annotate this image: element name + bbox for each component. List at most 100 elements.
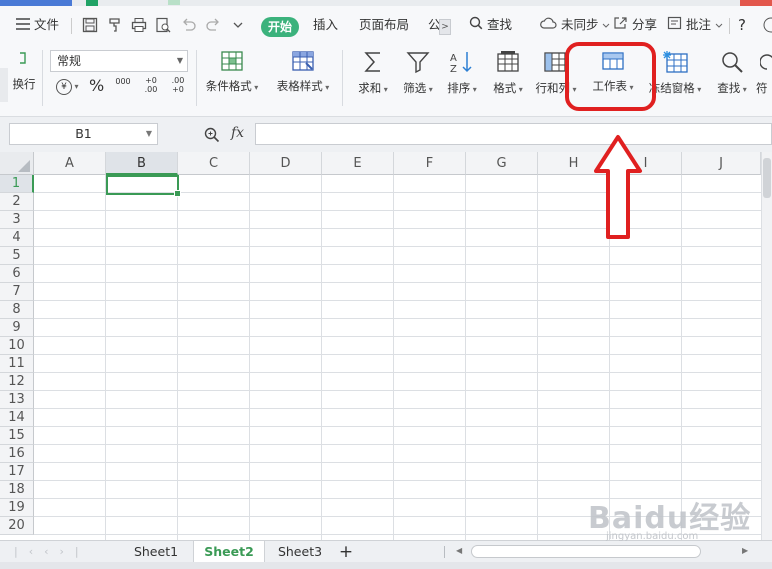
save-icon[interactable] — [82, 17, 98, 36]
tab-start[interactable]: 开始 — [261, 17, 299, 37]
row-header-9[interactable]: 9 — [0, 319, 34, 337]
currency-button[interactable]: ¥ ▾ — [56, 78, 79, 95]
wrap-text-button[interactable]: 换行 — [10, 50, 38, 92]
format-painter-icon[interactable] — [107, 17, 123, 36]
comment-button[interactable]: 批注 — [667, 6, 723, 44]
row-header-18[interactable]: 18 — [0, 481, 34, 499]
name-box-value: B1 — [75, 126, 92, 141]
row-header-10[interactable]: 10 — [0, 337, 34, 355]
scroll-right-icon[interactable]: ▶ — [742, 546, 748, 555]
decrease-decimal-icon: .00 +0 — [171, 76, 185, 94]
column-header-d[interactable]: D — [250, 152, 322, 175]
thousands-separator-button[interactable]: 000 — [114, 77, 132, 86]
sync-label: 未同步 — [560, 17, 599, 32]
row-header-4[interactable]: 4 — [0, 229, 34, 247]
row-header-11[interactable]: 11 — [0, 355, 34, 373]
currency-icon: ¥ — [56, 79, 72, 95]
svg-text:Z: Z — [450, 64, 457, 74]
file-menu[interactable]: 文件 — [16, 6, 59, 44]
sheet-navigation-icon[interactable]: |‹‹›| — [14, 545, 90, 558]
print-icon[interactable] — [131, 17, 147, 36]
column-header-b[interactable]: B — [106, 152, 178, 175]
scroll-left-icon[interactable]: ◀ — [456, 546, 462, 555]
row-header-2[interactable]: 2 — [0, 193, 34, 211]
grid-row-line — [34, 246, 761, 247]
symbol-button[interactable]: 符 — [756, 50, 772, 96]
sync-status[interactable]: 未同步 — [539, 6, 610, 44]
zoom-magnifier-icon[interactable] — [204, 127, 220, 146]
search-icon — [469, 7, 483, 45]
grid-column-line — [249, 175, 250, 540]
sort-button[interactable]: AZ 排序 ▾ — [444, 50, 480, 96]
horizontal-scroll-thumb[interactable] — [471, 545, 701, 558]
more-icon[interactable] — [762, 16, 772, 37]
row-header-5[interactable]: 5 — [0, 247, 34, 265]
add-sheet-button[interactable]: + — [338, 541, 354, 563]
grid-row-line — [34, 390, 761, 391]
find-icon — [712, 50, 752, 74]
filter-icon — [400, 50, 436, 74]
select-all-corner[interactable] — [0, 152, 34, 175]
row-header-15[interactable]: 15 — [0, 427, 34, 445]
column-header-e[interactable]: E — [322, 152, 394, 175]
print-preview-icon[interactable] — [155, 17, 171, 36]
insert-function-button[interactable]: fx — [231, 125, 244, 141]
percent-button[interactable]: % — [89, 76, 104, 95]
number-format-select[interactable]: 常规 ▼ — [50, 50, 188, 72]
sheet-tab-sheet1[interactable]: Sheet1 — [121, 541, 191, 563]
sheet-tab-sheet2[interactable]: Sheet2 — [193, 541, 265, 563]
sheet-tab-sheet3[interactable]: Sheet3 — [265, 541, 335, 563]
row-header-20[interactable]: 20 — [0, 517, 34, 535]
row-header-6[interactable]: 6 — [0, 265, 34, 283]
sum-label: 求和 ▾ — [358, 81, 388, 95]
share-button[interactable]: 分享 — [613, 6, 657, 44]
row-header-13[interactable]: 13 — [0, 391, 34, 409]
fill-handle[interactable] — [174, 190, 181, 197]
grid-column-line — [465, 175, 466, 540]
redo-icon[interactable] — [206, 18, 221, 35]
column-header-a[interactable]: A — [34, 152, 106, 175]
doc-tab-secondary[interactable] — [168, 0, 180, 5]
increase-decimal-button[interactable]: +0 .00 — [142, 76, 160, 94]
row-header-19[interactable]: 19 — [0, 499, 34, 517]
chevron-down-icon — [715, 7, 723, 45]
sort-icon: AZ — [444, 50, 480, 74]
tab-page-layout[interactable]: 页面布局 — [359, 6, 409, 44]
row-header-14[interactable]: 14 — [0, 409, 34, 427]
name-box[interactable]: B1 ▼ — [9, 123, 158, 145]
decrease-decimal-button[interactable]: .00 +0 — [169, 76, 187, 94]
format-label: 格式 ▾ — [493, 81, 523, 95]
row-header-16[interactable]: 16 — [0, 445, 34, 463]
table-style-button[interactable]: 表格样式 ▾ — [272, 50, 334, 94]
vertical-scrollbar[interactable] — [761, 152, 772, 540]
quick-access-dropdown-icon[interactable] — [233, 19, 243, 33]
row-header-8[interactable]: 8 — [0, 301, 34, 319]
grid-row-line — [34, 480, 761, 481]
column-header-g[interactable]: G — [466, 152, 538, 175]
row-header-12[interactable]: 12 — [0, 373, 34, 391]
column-header-c[interactable]: C — [178, 152, 250, 175]
help-button[interactable]: ? — [738, 6, 746, 44]
symbol-label: 符 — [756, 81, 768, 95]
find-button[interactable]: 查找 ▾ — [712, 50, 752, 96]
row-header-17[interactable]: 17 — [0, 463, 34, 481]
sum-button[interactable]: 求和 ▾ — [356, 50, 390, 96]
table-style-label: 表格样式 ▾ — [276, 79, 330, 93]
row-header-1[interactable]: 1 — [0, 175, 34, 193]
ribbon-scroll-left-icon[interactable] — [0, 68, 8, 102]
formula-input[interactable] — [255, 123, 772, 145]
search-command[interactable]: 查找 — [469, 6, 512, 44]
tabs-scroll-right-icon[interactable]: > — [439, 19, 451, 35]
undo-icon[interactable] — [181, 18, 196, 35]
grid-row-line — [34, 426, 761, 427]
row-header-7[interactable]: 7 — [0, 283, 34, 301]
active-cell-selection[interactable] — [106, 175, 181, 197]
column-header-f[interactable]: F — [394, 152, 466, 175]
column-header-j[interactable]: J — [682, 152, 761, 175]
filter-button[interactable]: 筛选 ▾ — [400, 50, 436, 96]
vertical-scroll-thumb[interactable] — [763, 158, 771, 198]
row-header-3[interactable]: 3 — [0, 211, 34, 229]
tab-insert[interactable]: 插入 — [313, 6, 338, 44]
format-button[interactable]: 格式 ▾ — [490, 50, 526, 96]
conditional-format-button[interactable]: 条件格式 ▾ — [204, 50, 260, 94]
